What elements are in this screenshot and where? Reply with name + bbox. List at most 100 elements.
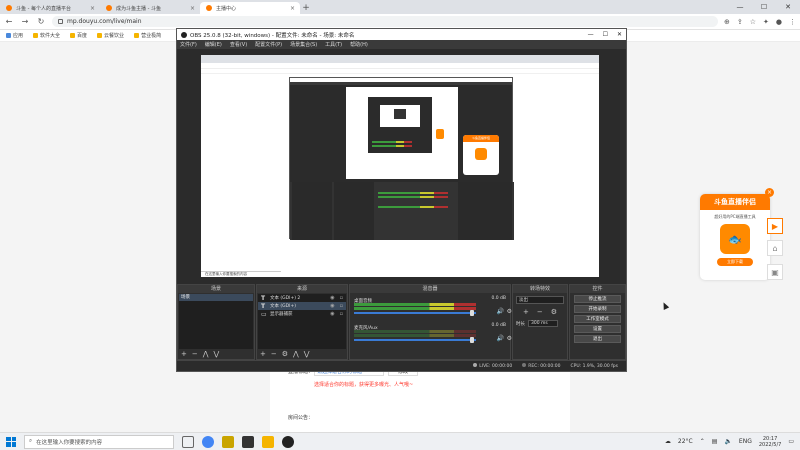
obs-taskbar-icon[interactable] — [282, 435, 294, 448]
chrome-icon[interactable] — [202, 435, 214, 448]
task-view-icon[interactable] — [182, 435, 194, 448]
move-down-icon[interactable]: ⋁ — [214, 350, 220, 358]
forward-icon[interactable]: → — [20, 17, 30, 26]
add-scene-icon[interactable]: + — [181, 350, 187, 358]
volume-slider-handle[interactable] — [470, 337, 474, 343]
visibility-eye-icon[interactable]: ◉ — [330, 303, 334, 309]
menu-help[interactable]: 帮助(H) — [350, 41, 368, 48]
bookmark-item[interactable]: 软件大全 — [33, 32, 60, 39]
visibility-eye-icon[interactable]: ◉ — [330, 311, 334, 317]
zoom-icon[interactable]: ⊕ — [724, 18, 730, 26]
move-up-icon[interactable]: ⋀ — [203, 350, 209, 358]
menu-view[interactable]: 查看(V) — [230, 41, 247, 48]
settings-button[interactable]: 设置 — [574, 325, 621, 333]
visibility-eye-icon[interactable]: ◉ — [330, 295, 334, 301]
url-input[interactable]: mp.douyu.com/live/main — [52, 16, 718, 27]
back-icon[interactable]: ← — [4, 17, 14, 26]
start-recording-button[interactable]: 开始录制 — [574, 305, 621, 313]
stop-streaming-button[interactable]: 停止推流 — [574, 295, 621, 303]
scenes-header: 场景 — [178, 285, 254, 293]
transition-select[interactable]: 淡出 — [516, 296, 564, 304]
exit-button[interactable]: 退出 — [574, 335, 621, 343]
app-icon[interactable] — [242, 435, 254, 448]
browser-tab[interactable]: 斗鱼 - 每个人的直播平台 × — [0, 2, 100, 14]
move-down-icon[interactable]: ⋁ — [304, 350, 310, 358]
close-window-icon[interactable]: ✕ — [617, 31, 622, 38]
close-window-icon[interactable]: ✕ — [776, 0, 800, 14]
download-button[interactable]: 立即下载 — [717, 258, 753, 266]
source-item[interactable]: T 文本 (GDI+) 2 ◉ ▫ — [258, 294, 346, 302]
language-indicator[interactable]: ENG — [739, 438, 752, 445]
speaker-icon[interactable]: 🔊 — [497, 308, 504, 315]
weather-temp[interactable]: 22°C — [678, 438, 693, 445]
gear-icon[interactable]: ⚙ — [551, 308, 557, 316]
browser-tab[interactable]: 成为斗鱼主播 - 斗鱼 × — [100, 2, 200, 14]
folder-icon — [97, 33, 103, 38]
lock-icon[interactable]: ▫ — [340, 303, 343, 309]
obs-logo-icon — [181, 31, 187, 38]
duration-input[interactable]: 300 ms — [528, 320, 558, 327]
move-up-icon[interactable]: ⋀ — [293, 350, 299, 358]
windows-start-icon[interactable] — [6, 436, 16, 447]
file-explorer-icon[interactable] — [262, 435, 274, 448]
volume-slider-handle[interactable] — [470, 310, 474, 316]
source-item[interactable]: ▭ 显示器捕获 ◉ ▫ — [258, 310, 346, 318]
search-placeholder: 在这里输入你要搜索的内容 — [36, 439, 103, 446]
extensions-icon[interactable]: ✦ — [763, 18, 769, 26]
taskbar-search-input[interactable]: ⌕ 在这里输入你要搜索的内容 — [24, 434, 174, 449]
folder-icon — [33, 33, 39, 38]
channel-db: 0.0 dB — [491, 296, 506, 301]
source-item-selected[interactable]: T 文本 (GDI+) ◉ ▫ — [258, 302, 346, 310]
volume-icon[interactable]: 🔈 — [724, 438, 731, 445]
volume-slider[interactable] — [354, 339, 476, 341]
gear-icon[interactable]: ⚙ — [282, 350, 288, 358]
menu-scene-collection[interactable]: 场景集合(S) — [290, 41, 317, 48]
app-icon[interactable] — [222, 435, 234, 448]
scene-item[interactable]: 场景 — [179, 294, 253, 301]
bookmark-apps[interactable]: 应用 — [6, 32, 23, 39]
lock-icon[interactable]: ▫ — [340, 295, 343, 301]
remove-scene-icon[interactable]: − — [192, 350, 198, 358]
minimize-icon[interactable]: — — [588, 31, 594, 38]
remove-transition-icon[interactable]: − — [537, 308, 543, 316]
notification-icon[interactable]: ▭ — [788, 438, 794, 445]
play-icon[interactable]: ▶ — [767, 218, 783, 234]
network-icon[interactable]: ▤ — [712, 438, 718, 445]
maximize-icon[interactable]: ☐ — [603, 31, 608, 38]
add-source-icon[interactable]: + — [260, 350, 266, 358]
bookmark-item[interactable]: 营业极简 — [134, 32, 161, 39]
menu-icon[interactable]: ⋮ — [789, 18, 796, 26]
menu-file[interactable]: 文件(F) — [180, 41, 197, 48]
menu-tools[interactable]: 工具(T) — [325, 41, 342, 48]
rec-status: REC: 00:00:00 — [522, 363, 561, 369]
taskbar-clock[interactable]: 20:17 2022/5/7 — [759, 436, 781, 448]
close-icon[interactable]: × — [190, 5, 195, 12]
reload-icon[interactable]: ↻ — [36, 17, 46, 26]
menu-profile[interactable]: 配置文件(P) — [255, 41, 282, 48]
obs-preview-canvas[interactable]: 斗鱼直播伴侣 在这里输入你要搜索的内容 — [201, 55, 599, 277]
minimize-icon[interactable]: — — [728, 0, 752, 14]
studio-mode-button[interactable]: 工作室模式 — [574, 315, 621, 323]
add-transition-icon[interactable]: + — [523, 308, 529, 316]
close-icon[interactable]: × — [765, 188, 774, 197]
lock-icon[interactable]: ▫ — [340, 311, 343, 317]
home-icon[interactable]: ⌂ — [767, 240, 783, 256]
bookmark-star-icon[interactable]: ☆ — [750, 18, 756, 26]
bookmark-item[interactable]: 百度 — [70, 32, 87, 39]
remove-source-icon[interactable]: − — [271, 350, 277, 358]
profile-icon[interactable]: ● — [776, 18, 782, 26]
screen-icon[interactable]: ▣ — [767, 264, 783, 280]
new-tab-button[interactable]: + — [300, 2, 312, 14]
bookmark-item[interactable]: 云餐饮业 — [97, 32, 124, 39]
speaker-icon[interactable]: 🔊 — [497, 335, 504, 342]
browser-tab-active[interactable]: 主播中心 × — [200, 2, 300, 14]
menu-edit[interactable]: 编辑(E) — [205, 41, 222, 48]
transitions-header: 转场特效 — [513, 285, 567, 293]
close-icon[interactable]: × — [290, 5, 295, 12]
share-icon[interactable]: ⇪ — [737, 18, 743, 26]
close-icon[interactable]: × — [90, 5, 95, 12]
maximize-icon[interactable]: ☐ — [752, 0, 776, 14]
volume-slider[interactable] — [354, 312, 476, 314]
tray-chevron-icon[interactable]: ⌃ — [700, 438, 705, 445]
source-label: 文本 (GDI+) 2 — [270, 296, 301, 301]
